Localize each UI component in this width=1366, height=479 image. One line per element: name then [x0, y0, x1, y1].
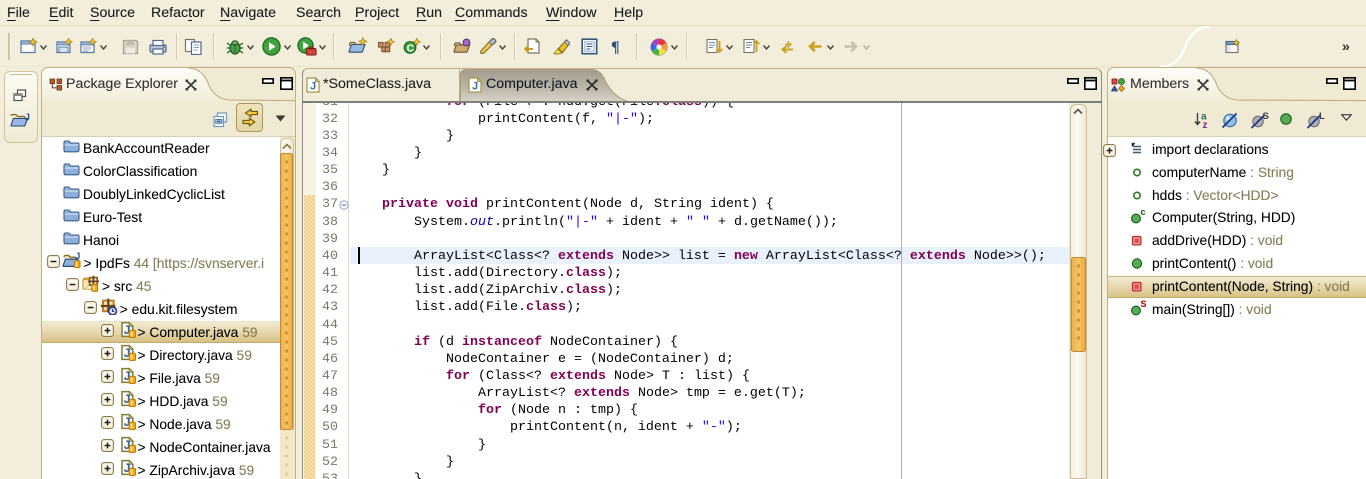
svg-text:J: J	[75, 252, 80, 261]
svg-text:S: S	[1141, 299, 1147, 309]
svg-text:C: C	[407, 42, 415, 54]
svg-text:J: J	[310, 81, 316, 93]
svg-text:J: J	[25, 113, 31, 124]
svg-text:z: z	[1203, 120, 1208, 129]
svg-text:¶: ¶	[611, 39, 620, 55]
svg-text:J: J	[472, 81, 478, 93]
svg-text:c: c	[1141, 207, 1146, 217]
